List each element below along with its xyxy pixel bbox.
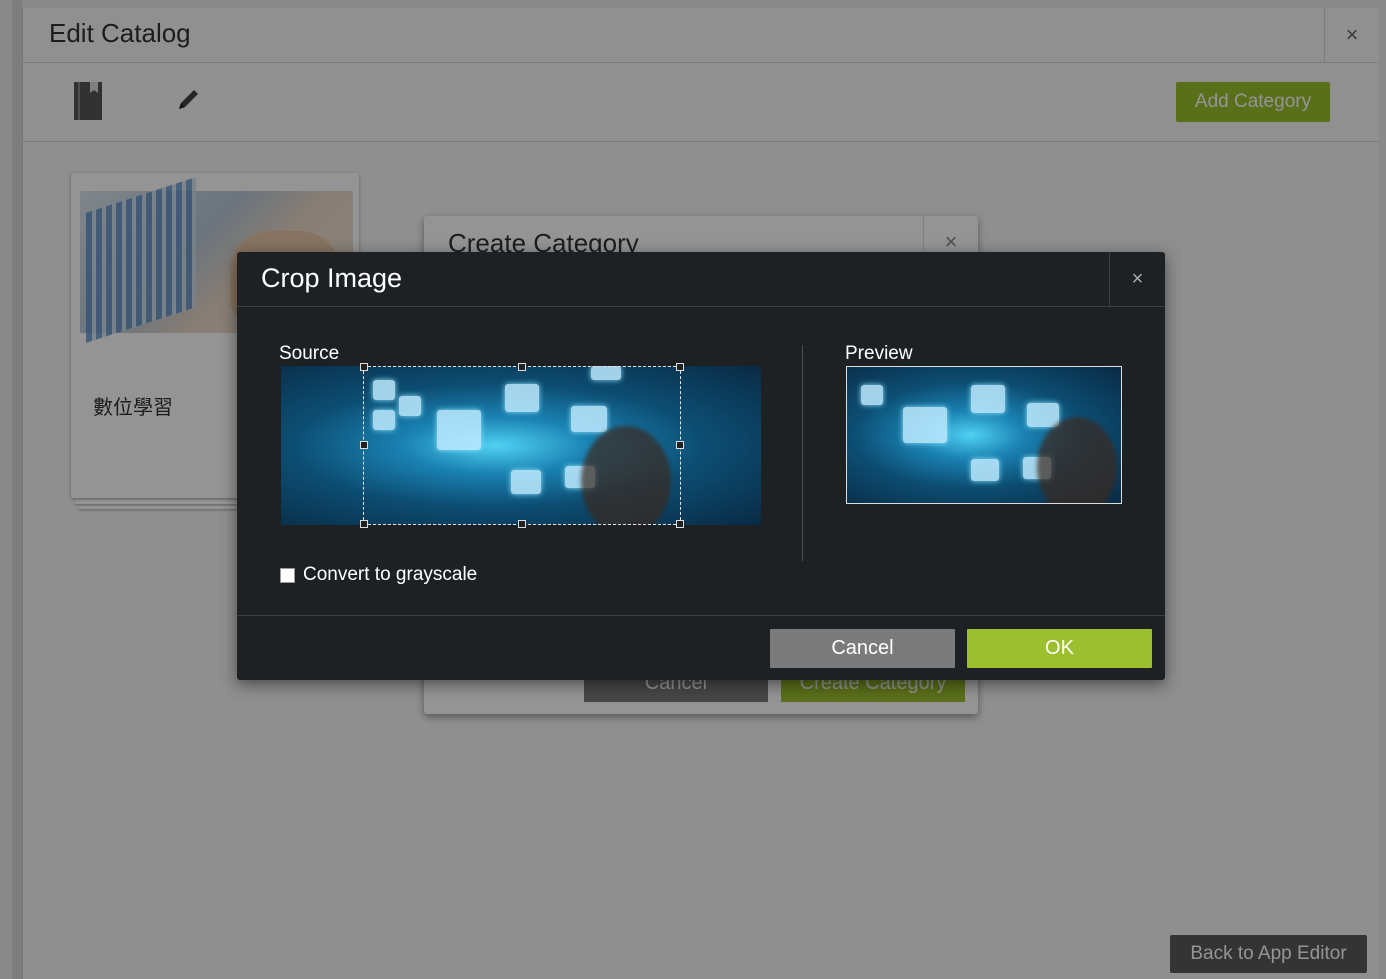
crop-footer-divider [237,615,1165,616]
crop-handle[interactable] [360,520,368,528]
crop-handle[interactable] [518,363,526,371]
crop-handle[interactable] [360,363,368,371]
grayscale-checkbox[interactable] [280,567,295,583]
crop-cancel-button[interactable]: Cancel [770,629,955,668]
social-icon [1027,403,1059,427]
crop-handle[interactable] [676,520,684,528]
crop-image-header: Crop Image × [237,252,1165,307]
crop-image-dialog: Crop Image × Source Preview Convert to g… [237,252,1165,680]
preview-image [846,366,1122,504]
social-icon [861,385,883,405]
source-label: Source [279,343,340,364]
crop-image-title: Crop Image [261,263,403,293]
social-icon [971,385,1005,413]
grayscale-option[interactable]: Convert to grayscale [280,564,477,586]
crop-handle[interactable] [518,520,526,528]
crop-ok-button[interactable]: OK [967,629,1152,668]
crop-handle[interactable] [676,441,684,449]
grayscale-label: Convert to grayscale [303,564,478,585]
social-icon [903,407,947,443]
crop-handle[interactable] [360,441,368,449]
social-icon [971,459,999,481]
crop-image-close-button[interactable]: × [1109,252,1165,306]
crop-selection-box[interactable] [360,363,684,528]
preview-label: Preview [845,343,913,364]
crop-handle[interactable] [676,363,684,371]
source-preview-divider [802,345,803,561]
